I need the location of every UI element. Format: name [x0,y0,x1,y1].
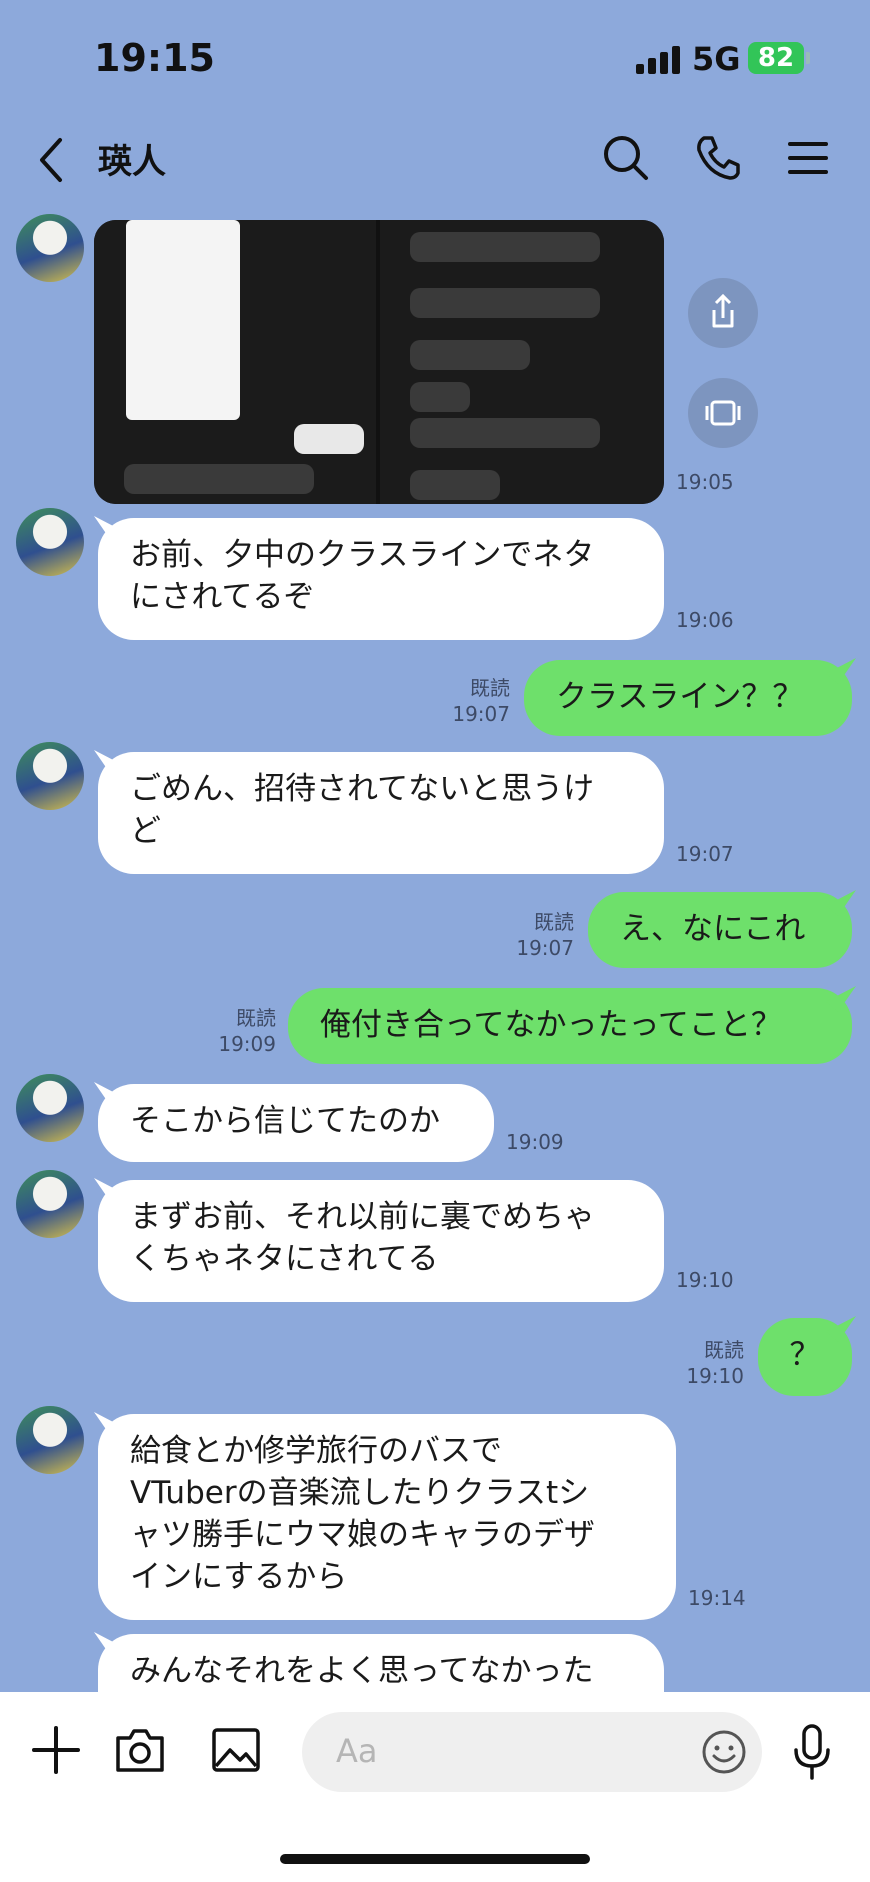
message-line: 給食とか修学旅行のバスで [130,1433,502,1469]
mic-icon[interactable] [786,1720,838,1784]
keep-icon[interactable] [688,378,758,448]
avatar[interactable] [16,1074,84,1142]
contact-name[interactable]: 瑛人 [98,134,166,183]
message-line: インにするから [130,1559,348,1595]
avatar[interactable] [16,1170,84,1238]
image-attachment[interactable] [94,220,664,504]
incoming-message[interactable]: お前、夕中のクラスラインでネタ にされてるぞ [98,518,664,640]
message-line: そこから信じてたのか [130,1103,440,1139]
incoming-message[interactable]: 給食とか修学旅行のバスで VTuberの音楽流したりクラスtシ ャツ勝手にウマ娘… [98,1414,676,1620]
incoming-message[interactable]: そこから信じてたのか [98,1084,494,1162]
message-line: くちゃネタにされてる [130,1241,439,1277]
message-time: 19:05 [676,470,734,494]
screenshot-thumbnail [94,220,376,504]
message-line: VTuberの音楽流したりクラスtシ [130,1475,590,1511]
emoji-icon[interactable] [698,1726,750,1778]
message-time: 19:10 [686,1364,744,1388]
message-input[interactable]: Aa [302,1712,762,1792]
message-time: 19:06 [676,608,734,632]
chat-header: 瑛人 [0,110,870,210]
image-icon[interactable] [206,1720,266,1780]
read-receipt: 既読 [236,1006,276,1030]
status-bar: 19:15 5G 82 [0,0,870,110]
message-time: 19:07 [676,842,734,866]
message-line: ど [130,813,161,849]
phone-icon[interactable] [688,128,748,188]
outgoing-message[interactable]: ？ [758,1318,852,1396]
message-time: 19:10 [676,1268,734,1292]
message-placeholder: Aa [336,1732,378,1770]
search-icon[interactable] [596,128,656,188]
battery-icon: 82 [748,42,810,74]
message-time: 19:09 [218,1032,276,1056]
avatar[interactable] [16,1406,84,1474]
avatar[interactable] [16,742,84,810]
message-time: 19:07 [516,936,574,960]
status-time: 19:15 [94,36,215,80]
avatar[interactable] [16,508,84,576]
chevron-left-icon[interactable] [28,130,78,190]
message-line: ごめん、招待されてないと思うけ [130,771,595,807]
message-time: 19:09 [506,1130,564,1154]
signal-icon [636,44,680,74]
avatar[interactable] [16,214,84,282]
camera-icon[interactable] [110,1720,170,1780]
message-line: ャツ勝手にウマ娘のキャラのデザ [130,1517,595,1553]
share-icon[interactable] [688,278,758,348]
message-line: にされてるぞ [130,579,315,615]
outgoing-message[interactable]: クラスライン？？ [524,660,852,736]
incoming-message[interactable]: ごめん、招待されてないと思うけ ど [98,752,664,874]
message-time: 19:14 [688,1586,746,1610]
outgoing-message[interactable]: え、なにこれ [588,892,852,968]
read-receipt: 既読 [470,676,510,700]
outgoing-message[interactable]: 俺付き合ってなかったってこと？ [288,988,852,1064]
network-label: 5G [692,40,741,78]
message-line: お前、夕中のクラスラインでネタ [130,537,595,573]
read-receipt: 既読 [704,1338,744,1362]
message-line: まずお前、それ以前に裏でめちゃ [130,1199,595,1235]
screenshot-thumbnail [380,220,664,504]
message-line: みんなそれをよく思ってなかった [130,1653,594,1689]
read-receipt: 既読 [534,910,574,934]
menu-icon[interactable] [778,128,838,188]
input-bar: Aa [0,1692,870,1882]
plus-icon[interactable] [26,1720,86,1780]
message-time: 19:07 [452,702,510,726]
home-indicator[interactable] [280,1854,590,1864]
incoming-message[interactable]: まずお前、それ以前に裏でめちゃ くちゃネタにされてる [98,1180,664,1302]
